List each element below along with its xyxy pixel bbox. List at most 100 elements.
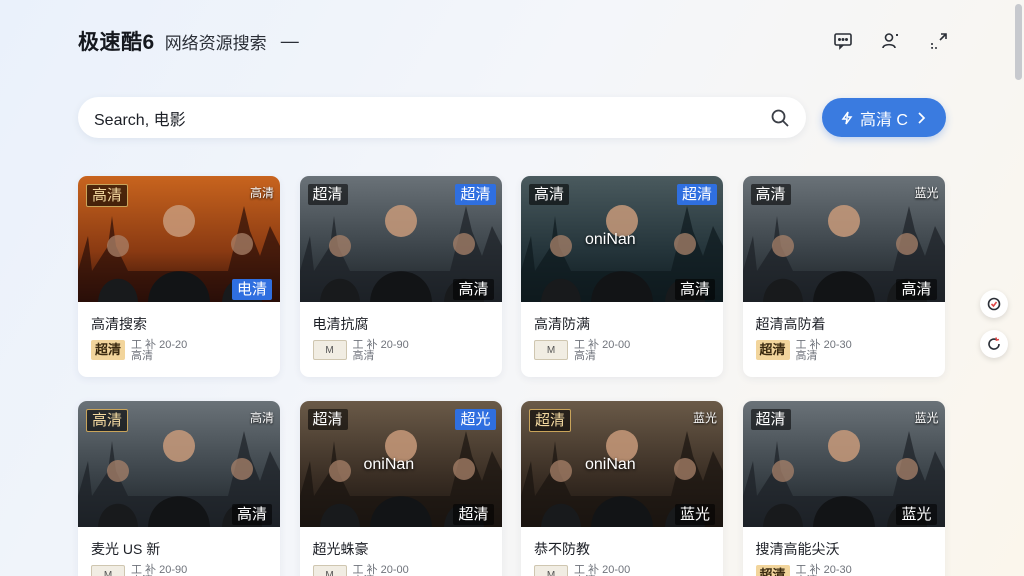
quality-badge-bottom-right: 蓝光 — [896, 504, 937, 525]
card-thumbnail[interactable]: 超清 超清 高清 — [299, 176, 502, 302]
card-meta-text: 工 补 20-00 高清 — [574, 565, 630, 576]
card-thumbnail[interactable]: 高清 蓝光 高清 — [742, 176, 945, 302]
card-meta-text: 工 补 20-90 高清 — [131, 565, 187, 576]
chevron-right-icon — [918, 111, 926, 124]
quality-badge-top-right: 高清 — [249, 186, 274, 200]
card-meta: 超清 工 补 20-20 高清 — [91, 340, 266, 362]
scrollbar-thumb[interactable] — [1015, 4, 1022, 80]
card-meta: 超清 工 补 20-30 高清 — [755, 565, 931, 576]
card-info: 超清高防着 超清 工 补 20-30 高清 — [743, 302, 945, 362]
quality-badge-top-left: 高清 — [529, 184, 570, 205]
search-bar[interactable] — [78, 97, 806, 138]
app-title: 极速酷6 — [78, 31, 155, 54]
card-meta-line2: 高清 — [795, 350, 818, 362]
card-title[interactable]: 电清抗腐 — [313, 314, 488, 334]
card-meta-line2: 高清 — [352, 350, 375, 362]
card-title[interactable]: 搜清高能尖沃 — [756, 539, 931, 559]
card-thumbnail[interactable]: 高清 超清 高清 oniNan — [521, 176, 723, 302]
card-meta: 超清 工 补 20-30 高清 — [755, 340, 931, 362]
card-meta: M 工 补 20-90 高清 — [312, 340, 488, 362]
card-meta: M 工 补 20-90 高清 — [91, 565, 266, 576]
card-info: 恭不防教 M 工 补 20-00 高清 — [521, 527, 723, 576]
card-thumbnail[interactable]: 超清 蓝光 蓝光 oniNan — [521, 401, 723, 527]
card-tag: M — [534, 340, 568, 360]
quality-badge-top-right: 高清 — [249, 411, 274, 425]
card-info: 超光蛛豪 M 工 补 20-00 高清 — [300, 527, 502, 576]
user-icon[interactable] — [880, 30, 902, 52]
card-tag: M — [312, 340, 347, 360]
quality-badge-bottom-right: 高清 — [896, 279, 937, 300]
card-info: 搜清高能尖沃 超清 工 补 20-30 高清 — [743, 527, 945, 576]
card-info: 麦光 US 新 M 工 补 20-90 高清 — [78, 527, 280, 576]
quality-badge-top-left: 高清 — [750, 184, 791, 205]
message-icon[interactable] — [832, 30, 854, 52]
card-tag: M — [534, 565, 568, 576]
result-card[interactable]: 超清 蓝光 蓝光 oniNan 恭不防教 M 工 补 20-00 高清 — [521, 401, 723, 576]
card-thumbnail[interactable]: 超清 蓝光 蓝光 — [742, 401, 945, 527]
card-title[interactable]: 高清搜索 — [91, 314, 266, 334]
quality-badge-top-right: 蓝光 — [692, 411, 717, 425]
card-meta-text: 工 补 20-30 高清 — [796, 565, 852, 576]
card-thumbnail[interactable]: 超清 超光 超清 oniNan — [299, 401, 502, 527]
result-card[interactable]: 超清 蓝光 蓝光 搜清高能尖沃 超清 工 补 20-30 高清 — [742, 401, 945, 576]
hd-filter-label: 高清 C — [859, 111, 908, 129]
card-meta-text: 工 补 20-90 高清 — [353, 340, 409, 362]
result-card[interactable]: 超清 超清 高清 电清抗腐 M 工 补 20-90 高清 — [299, 176, 502, 377]
quality-badge-top-right: 超光 — [455, 409, 496, 430]
poster-overlay-text: oniNan — [585, 231, 636, 248]
result-card[interactable]: 高清 高清 电清 高清搜索 超清 工 补 20-20 高清 — [78, 176, 280, 377]
card-title[interactable]: 恭不防教 — [534, 539, 709, 559]
quality-badge-top-left: 超清 — [750, 409, 791, 430]
shield-icon[interactable] — [980, 290, 1008, 318]
card-info: 电清抗腐 M 工 补 20-90 高清 — [300, 302, 502, 362]
quality-badge-top-right: 超清 — [676, 184, 717, 205]
card-thumbnail[interactable]: 高清 高清 高清 — [78, 401, 280, 527]
result-card[interactable]: 高清 超清 高清 oniNan 高清防满 M 工 补 20-00 高清 — [521, 176, 723, 377]
card-title[interactable]: 超清高防着 — [756, 314, 931, 334]
card-title[interactable]: 超光蛛豪 — [313, 539, 488, 559]
card-info: 高清搜索 超清 工 补 20-20 高清 — [78, 302, 280, 362]
card-meta: M 工 补 20-00 高清 — [312, 565, 488, 576]
card-tag: 超清 — [755, 565, 790, 576]
bolt-icon — [841, 111, 853, 124]
result-card[interactable]: 超清 超光 超清 oniNan 超光蛛豪 M 工 补 20-00 高清 — [299, 401, 502, 576]
card-tag: 超清 — [91, 340, 125, 360]
quality-badge-top-left: 超清 — [307, 409, 348, 430]
card-title[interactable]: 高清防满 — [534, 314, 709, 334]
search-input[interactable] — [94, 108, 770, 127]
quality-badge-top-left: 高清 — [86, 409, 129, 432]
result-grid: 高清 高清 电清 高清搜索 超清 工 补 20-20 高清 超清 超清 高清 电… — [78, 176, 945, 576]
quality-badge-bottom-right: 超清 — [453, 504, 494, 525]
app-header: 极速酷6 网络资源搜索 — — [78, 28, 299, 55]
app-subtitle: 网络资源搜索 — [164, 33, 267, 53]
scrollbar[interactable] — [1014, 0, 1022, 576]
quality-badge-top-left: 高清 — [86, 184, 129, 207]
card-tag: M — [312, 565, 347, 576]
top-toolbar — [832, 30, 950, 52]
card-meta-line2: 高清 — [131, 350, 153, 362]
hd-filter-button[interactable]: 高清 C — [822, 98, 946, 137]
minimize-dash[interactable]: — — [281, 31, 299, 52]
quality-badge-top-left: 超清 — [307, 184, 348, 205]
search-icon[interactable] — [770, 108, 790, 128]
card-title[interactable]: 麦光 US 新 — [91, 539, 266, 559]
quality-badge-bottom-right: 高清 — [231, 504, 272, 525]
card-meta-text: 工 补 20-00 高清 — [574, 340, 630, 362]
refresh-icon[interactable] — [980, 330, 1008, 358]
card-tag: M — [91, 565, 125, 576]
card-tag: 超清 — [755, 340, 790, 360]
card-info: 高清防满 M 工 补 20-00 高清 — [521, 302, 723, 362]
quality-badge-top-right: 蓝光 — [914, 186, 939, 200]
card-meta: M 工 补 20-00 高清 — [534, 340, 709, 362]
expand-icon[interactable] — [928, 30, 950, 52]
result-card[interactable]: 高清 高清 高清 麦光 US 新 M 工 补 20-90 高清 — [78, 401, 280, 576]
result-card[interactable]: 高清 蓝光 高清 超清高防着 超清 工 补 20-30 高清 — [742, 176, 945, 377]
quality-badge-bottom-right: 蓝光 — [674, 504, 715, 525]
card-thumbnail[interactable]: 高清 高清 电清 — [78, 176, 280, 302]
card-meta: M 工 补 20-00 高清 — [534, 565, 709, 576]
quality-badge-top-right: 超清 — [455, 184, 496, 205]
quality-badge-bottom-right: 高清 — [453, 279, 494, 300]
quality-badge-bottom-right: 高清 — [674, 279, 715, 300]
poster-overlay-text: oniNan — [585, 456, 636, 473]
card-meta-text: 工 补 20-00 高清 — [353, 565, 409, 576]
